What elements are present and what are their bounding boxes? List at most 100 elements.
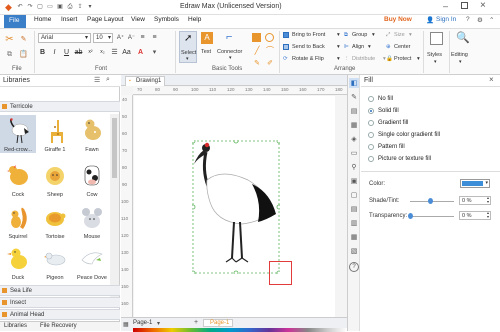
size-button[interactable]: ⤢ Size ▾ [386, 32, 416, 42]
page-list-tab[interactable]: Page-1 [133, 320, 152, 326]
underline-icon[interactable]: U [62, 48, 71, 57]
menu-file[interactable]: File [4, 15, 26, 28]
transparency-slider-thumb[interactable] [408, 213, 413, 219]
color-palette-bar[interactable] [133, 328, 347, 332]
comment-panel-icon[interactable]: ▤ [349, 204, 359, 214]
library-item-squirrel[interactable]: Squirrel [0, 202, 36, 240]
align-button[interactable]: ⊫ Align ▾ [344, 44, 377, 54]
red-crowned-crane-shape[interactable] [192, 140, 280, 274]
library-category-animal-head[interactable]: Animal Head [0, 309, 120, 320]
radio-single-color-gradient[interactable] [368, 132, 374, 138]
line-tool-icon[interactable]: ╱ [252, 46, 262, 56]
styles-button[interactable]: Styles ▾ [426, 31, 448, 71]
export-icon[interactable]: ⇪ [76, 3, 84, 11]
fill-option-solid-fill[interactable]: Solid fill [361, 107, 491, 117]
menu-help[interactable]: Help [188, 16, 201, 23]
library-search-icon[interactable]: ⌕ [106, 76, 110, 84]
connector-tool-button[interactable]: ⌐ Connector ▾ [217, 31, 247, 63]
text-case-icon[interactable]: Aa [122, 48, 131, 57]
more-icon[interactable]: ▾ [86, 3, 94, 11]
add-page-icon[interactable]: + [194, 319, 198, 326]
drawing-page[interactable] [134, 96, 335, 317]
fill-option-no-fill[interactable]: No fill [361, 95, 491, 105]
library-item-giraffe[interactable]: Giraffe 1 [37, 115, 73, 153]
sign-in-link[interactable]: Sign In [436, 16, 456, 23]
ellipse-shape-icon[interactable] [265, 33, 274, 42]
send-to-back-button[interactable]: Send to Back ▾ [283, 44, 343, 54]
close-button[interactable]: × [480, 0, 486, 11]
fill-option-pattern-fill[interactable]: Pattern fill [361, 143, 491, 153]
color-picker[interactable]: ▾ [460, 179, 490, 188]
buy-now-link[interactable]: Buy Now [384, 16, 412, 23]
editing-button[interactable]: 🔍 Editing ▾ [451, 31, 473, 71]
tab-libraries[interactable]: Libraries [4, 323, 27, 329]
minimize-button[interactable]: – [443, 1, 448, 11]
open-icon[interactable]: ▭ [46, 3, 54, 11]
superscript-icon[interactable]: x² [86, 48, 95, 57]
font-name-select[interactable]: Arial ▾ [38, 33, 91, 43]
stepper-icon[interactable]: ▴ ▾ [487, 196, 489, 204]
library-item-cow[interactable]: Cow [74, 160, 110, 198]
bring-to-front-button[interactable]: Bring to Front ▾ [283, 32, 343, 42]
fill-option-gradient-fill[interactable]: Gradient fill [361, 119, 491, 129]
bold-icon[interactable]: B [38, 48, 47, 57]
help-panel-icon[interactable]: ? [349, 262, 359, 272]
line-panel-icon[interactable]: ✎ [349, 92, 359, 102]
menu-view[interactable]: View [131, 16, 145, 23]
pencil-tool-icon[interactable]: ✐ [265, 59, 275, 67]
library-item-fawn[interactable]: Fawn [74, 115, 110, 153]
font-size-select[interactable]: 10 ▾ [93, 33, 113, 43]
library-item-duck[interactable]: Duck [0, 243, 36, 281]
radio-pattern-fill[interactable] [368, 144, 374, 150]
protect-panel-icon[interactable]: ▧ [349, 246, 359, 256]
library-category-terricole[interactable]: Terricole [0, 101, 120, 112]
subscript-icon[interactable]: x₂ [98, 48, 107, 57]
cut-icon[interactable]: ✂ [4, 34, 15, 45]
close-icon[interactable]: × [489, 75, 494, 84]
tab-drawing1[interactable]: ▪ Drawing1 [125, 76, 165, 86]
active-page-tab[interactable]: Page-1 [203, 319, 233, 327]
copy-icon[interactable]: ⧉ [4, 49, 15, 60]
fill-option-picture-fill[interactable]: Picture or texture fill [361, 155, 491, 165]
library-item-pigeon[interactable]: Pigeon [37, 243, 73, 281]
select-tool-button[interactable]: ➚ Select ▾ [179, 31, 197, 63]
library-category-insect[interactable]: Insect [0, 297, 120, 308]
library-menu-icon[interactable]: ☰ [94, 76, 100, 84]
save-icon[interactable]: ▣ [56, 3, 64, 11]
library-category-sea-life[interactable]: Sea Life [0, 285, 120, 296]
distribute-button[interactable]: ⋮ Distribute ▾ [344, 56, 388, 66]
radio-no-fill[interactable] [368, 96, 374, 102]
chevron-down-icon[interactable]: ▾ [157, 320, 160, 327]
rotate-flip-button[interactable]: ⟳ Rotate & Flip ▾ [283, 56, 343, 66]
menu-symbols[interactable]: Symbols [154, 16, 179, 23]
shrink-font-icon[interactable]: A⁻ [127, 33, 136, 42]
settings-icon[interactable]: ⚙ [477, 16, 483, 24]
pen-tool-icon[interactable]: ✎ [252, 59, 262, 67]
undo-icon[interactable]: ↶ [16, 3, 24, 11]
menu-page-layout[interactable]: Page Layout [87, 16, 124, 23]
scrollbar-thumb[interactable] [112, 118, 117, 178]
layout-panel-icon[interactable]: ▥ [349, 218, 359, 228]
redo-icon[interactable]: ↷ [26, 3, 34, 11]
text-tool-button[interactable]: A Text [199, 31, 216, 63]
align-text-icon[interactable]: ≡ [138, 33, 147, 42]
maximize-button[interactable] [461, 2, 468, 9]
radio-solid-fill[interactable] [368, 108, 374, 114]
shade-input[interactable]: 0 % ▴ ▾ [459, 196, 491, 205]
library-item-sheep[interactable]: Sheep [37, 160, 73, 198]
page-nav-icon[interactable]: ▦ [123, 321, 129, 328]
help-icon[interactable]: ? [466, 16, 470, 23]
strikethrough-icon[interactable]: ab [74, 48, 83, 57]
library-item-mouse[interactable]: Mouse [74, 202, 110, 240]
arc-tool-icon[interactable]: ⌒ [265, 46, 275, 56]
shade-slider-thumb[interactable] [428, 198, 433, 204]
library-item-tortoise[interactable]: Tortoise [37, 202, 73, 240]
radio-picture-fill[interactable] [368, 156, 374, 162]
fill-option-single-color-gradient[interactable]: Single color gradient fill [361, 131, 491, 141]
library-scrollbar[interactable] [110, 114, 119, 304]
layer-panel-icon[interactable]: ◈ [349, 134, 359, 144]
grow-font-icon[interactable]: A⁺ [116, 33, 125, 42]
transparency-input[interactable]: 0 % ▴ ▾ [459, 211, 491, 220]
fill-panel-icon[interactable]: ◧ [349, 78, 359, 88]
italic-icon[interactable]: I [50, 48, 59, 57]
